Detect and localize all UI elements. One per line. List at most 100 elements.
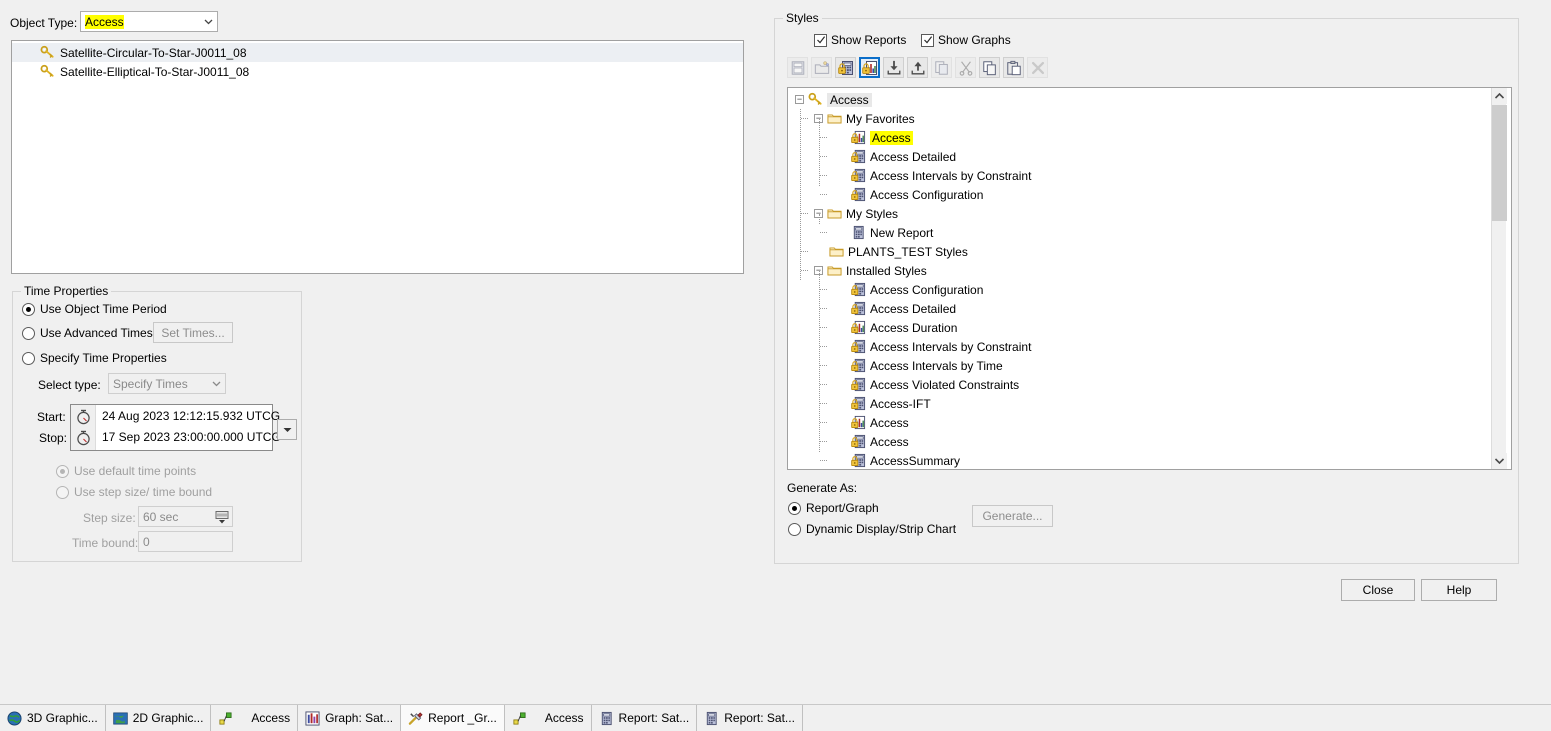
- tree-item[interactable]: Access Duration: [788, 318, 957, 337]
- tree-guide-line: [801, 118, 808, 119]
- radio-dot-icon: [56, 464, 69, 478]
- new-graph-style-button[interactable]: [859, 57, 880, 78]
- globe-icon: [7, 710, 22, 726]
- object-list-panel[interactable]: Satellite-Circular-To-Star-J0011_08 Satel…: [11, 40, 744, 274]
- report-new-icon: [790, 60, 806, 76]
- checkbox-show-graphs[interactable]: Show Graphs: [921, 33, 1011, 47]
- taskbar-item-label: 3D Graphic...: [27, 711, 98, 725]
- chevron-down-icon: [283, 427, 291, 432]
- tree-item-label: Installed Styles: [846, 263, 927, 278]
- scroll-thumb[interactable]: [1492, 105, 1507, 221]
- radio-label: Report/Graph: [806, 501, 879, 515]
- taskbar-item-label: Report: Sat...: [618, 711, 690, 725]
- select-type-label: Select type:: [38, 378, 101, 392]
- report-style-icon: [851, 339, 866, 354]
- tree-item-label: Access Configuration: [870, 187, 984, 202]
- taskbar-item[interactable]: Access: [211, 705, 299, 731]
- radio-report-graph[interactable]: Report/Graph: [788, 501, 879, 515]
- radio-specify-time-properties[interactable]: Specify Time Properties: [22, 351, 167, 365]
- set-times-button[interactable]: Set Times...: [153, 322, 233, 343]
- step-size-field[interactable]: 60 sec: [138, 506, 233, 527]
- generate-button[interactable]: Generate...: [972, 505, 1053, 527]
- tree-item[interactable]: AccessSummary: [788, 451, 960, 469]
- tree-item[interactable]: − Access: [788, 90, 872, 109]
- taskbar-item[interactable]: Report: Sat...: [592, 705, 698, 731]
- taskbar-item-label: Report: Sat...: [724, 711, 795, 725]
- tree-item[interactable]: New Report: [788, 223, 933, 242]
- report-style-icon: [851, 149, 866, 164]
- tree-item[interactable]: Access: [788, 128, 913, 147]
- graph-style-icon: [851, 130, 866, 145]
- select-type-combobox[interactable]: Specify Times: [108, 373, 226, 394]
- taskbar-item[interactable]: Access: [505, 705, 592, 731]
- folder-style-icon: [814, 60, 830, 76]
- radio-dot-icon: [788, 501, 801, 515]
- scroll-up-button[interactable]: [1492, 88, 1507, 104]
- radio-use-step-size-time-bound[interactable]: Use step size/ time bound: [56, 485, 212, 499]
- export-button[interactable]: [907, 57, 928, 78]
- help-button[interactable]: Help: [1421, 579, 1497, 601]
- radio-label: Use Advanced Times: [40, 326, 153, 340]
- time-range-box[interactable]: 24 Aug 2023 12:12:15.932 UTCG 17 Sep 202…: [70, 404, 281, 451]
- list-item-label: Satellite-Elliptical-To-Star-J0011_08: [60, 64, 250, 79]
- close-button[interactable]: Close: [1341, 579, 1415, 601]
- tree-item[interactable]: Access Configuration: [788, 280, 983, 299]
- time-bound-value: 0: [143, 534, 150, 549]
- tree-item[interactable]: Access Detailed: [788, 299, 956, 318]
- import-button[interactable]: [883, 57, 904, 78]
- report-style-icon: [851, 168, 866, 183]
- graph-style-icon: [851, 320, 866, 335]
- time-bound-field[interactable]: 0: [138, 531, 233, 552]
- copy-icon: [982, 60, 998, 76]
- taskbar-item[interactable]: Report: Sat...: [697, 705, 803, 731]
- tree-item[interactable]: Access Detailed: [788, 147, 956, 166]
- tree-guide-line: [820, 156, 827, 157]
- tree-item-label: My Favorites: [846, 111, 915, 126]
- tree-item-label: Access: [827, 92, 872, 107]
- copy-button[interactable]: [979, 57, 1000, 78]
- taskbar-item[interactable]: Report _Gr...: [401, 705, 505, 731]
- units-picker-icon[interactable]: [215, 510, 229, 524]
- tree-item[interactable]: Access Configuration: [788, 185, 983, 204]
- folder-icon: [829, 244, 844, 259]
- tree-item[interactable]: Access: [788, 413, 909, 432]
- scroll-down-button[interactable]: [1492, 453, 1507, 469]
- radio-use-default-time-points[interactable]: Use default time points: [56, 464, 196, 478]
- tree-guide-line: [800, 109, 801, 280]
- paste-button[interactable]: [1003, 57, 1024, 78]
- radio-dynamic-display-strip-chart[interactable]: Dynamic Display/Strip Chart: [788, 522, 956, 536]
- time-properties-title: Time Properties: [21, 284, 112, 298]
- step-size-label: Step size:: [83, 511, 136, 525]
- styles-tree-scrollbar[interactable]: [1491, 88, 1507, 469]
- new-report-button: [787, 57, 808, 78]
- tree-item-label: PLANTS_TEST Styles: [848, 244, 968, 259]
- tree-item[interactable]: PLANTS_TEST Styles: [788, 242, 968, 261]
- stop-time-value[interactable]: 17 Sep 2023 23:00:00.000 UTCG: [102, 430, 281, 444]
- key-icon: [808, 92, 823, 107]
- tree-item[interactable]: − Installed Styles: [788, 261, 927, 280]
- styles-tree-panel[interactable]: − Access − My Favorites Access Access Detaile…: [787, 87, 1512, 470]
- radio-use-object-time-period[interactable]: Use Object Time Period: [22, 302, 167, 316]
- object-node-icon: [218, 711, 233, 726]
- collapse-expander-icon[interactable]: −: [795, 95, 804, 104]
- list-item[interactable]: Satellite-Circular-To-Star-J0011_08: [12, 43, 743, 62]
- start-time-value[interactable]: 24 Aug 2023 12:12:15.932 UTCG: [102, 409, 280, 423]
- radio-dot-icon: [22, 302, 35, 316]
- tree-item[interactable]: Access: [788, 432, 909, 451]
- checkbox-show-reports[interactable]: Show Reports: [814, 33, 906, 47]
- taskbar-item[interactable]: 2D Graphic...: [106, 705, 212, 731]
- chevron-down-icon: [208, 374, 225, 393]
- taskbar-item[interactable]: Graph: Sat...: [298, 705, 402, 731]
- object-type-label: Object Type:: [10, 16, 78, 30]
- time-range-dropdown-button[interactable]: [277, 419, 297, 440]
- tree-item[interactable]: Access-IFT: [788, 394, 931, 413]
- radio-dot-icon: [56, 485, 69, 499]
- open-style-button: [811, 57, 832, 78]
- new-report-style-button[interactable]: [835, 57, 856, 78]
- object-type-combobox[interactable]: Access: [80, 11, 218, 32]
- list-item[interactable]: Satellite-Elliptical-To-Star-J0011_08: [12, 62, 743, 81]
- radio-label: Use Object Time Period: [40, 302, 167, 316]
- radio-use-advanced-times[interactable]: Use Advanced Times: [22, 326, 153, 340]
- select-type-value: Specify Times: [113, 376, 188, 391]
- taskbar-item[interactable]: 3D Graphic...: [0, 705, 106, 731]
